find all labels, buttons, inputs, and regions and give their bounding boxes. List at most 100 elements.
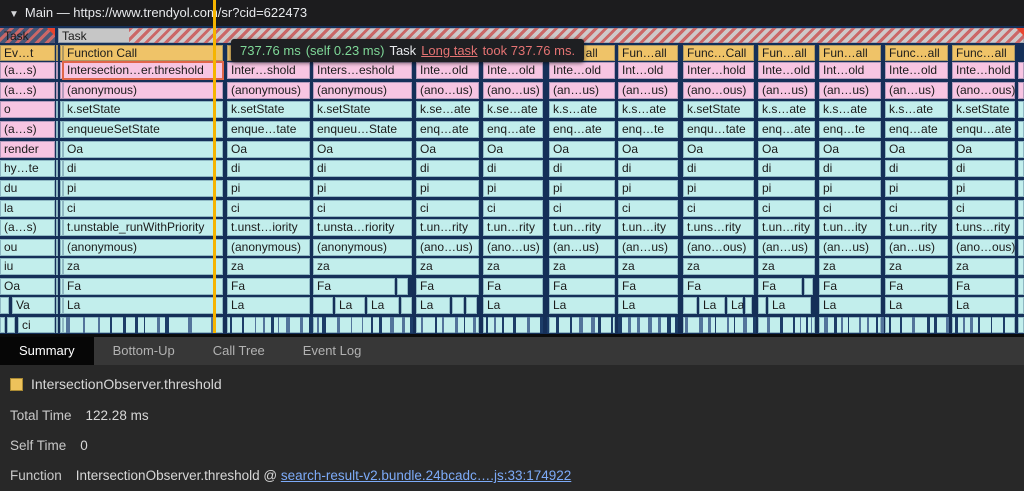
flame-bar[interactable]: La <box>819 297 881 314</box>
flame-bar-sliver[interactable] <box>56 239 58 256</box>
flame-bar[interactable]: (anonymous) <box>227 82 310 99</box>
flame-bar[interactable]: za <box>683 258 754 275</box>
flame-bar-sliver[interactable] <box>56 200 58 217</box>
flame-bar[interactable]: (anonymous) <box>313 239 412 256</box>
flame-bar[interactable]: Fa <box>758 278 802 295</box>
flame-bar[interactable]: di <box>952 160 1015 177</box>
flame-bar[interactable]: La <box>416 297 450 314</box>
flame-bar[interactable] <box>401 297 412 314</box>
flame-bar[interactable]: k.s…ate <box>758 101 815 118</box>
flame-bar-sliver[interactable] <box>56 317 58 333</box>
flame-bar[interactable]: k.s…ate <box>819 101 881 118</box>
flame-bar[interactable]: La <box>727 297 743 314</box>
flame-bar[interactable] <box>1018 219 1024 236</box>
flame-bar[interactable]: Fa <box>819 278 881 295</box>
flame-bar[interactable]: (anonymous) <box>227 239 310 256</box>
flame-bar[interactable]: (an…us) <box>758 82 815 99</box>
flame-bar[interactable]: Oa <box>952 141 1015 158</box>
flame-bar[interactable]: ci <box>313 200 412 217</box>
flame-bar[interactable]: (anonymous) <box>313 82 412 99</box>
flame-bar-left[interactable] <box>7 317 15 333</box>
flame-bar[interactable]: enq…ate <box>549 121 615 138</box>
flame-bar[interactable]: Inte…old <box>885 62 948 79</box>
flame-bar[interactable] <box>1018 200 1024 217</box>
flame-bar[interactable]: Oa <box>549 141 615 158</box>
flame-bar[interactable]: di <box>483 160 543 177</box>
flame-bar[interactable]: La <box>768 297 811 314</box>
flame-bar[interactable] <box>1018 82 1024 99</box>
flame-bar[interactable]: La <box>63 297 223 314</box>
flame-bar-left[interactable]: Ev…t <box>0 45 55 61</box>
flame-bar[interactable]: Oa <box>758 141 815 158</box>
flame-bar[interactable]: k.s…ate <box>549 101 615 118</box>
flame-bar[interactable]: pi <box>819 180 881 197</box>
flame-bar[interactable]: Intersection…er.threshold <box>63 62 223 79</box>
flame-bar[interactable]: Int…old <box>819 62 881 79</box>
flame-bar[interactable]: di <box>549 160 615 177</box>
flame-bar[interactable]: Inter…shold <box>227 62 310 79</box>
flame-bar[interactable]: di <box>227 160 310 177</box>
flame-bar[interactable]: k.se…ate <box>483 101 543 118</box>
flame-bar[interactable]: (an…us) <box>618 82 678 99</box>
flame-bar[interactable]: Oa <box>483 141 543 158</box>
flame-bar[interactable]: (an…us) <box>819 82 881 99</box>
flame-bar-sliver[interactable] <box>56 45 58 61</box>
flame-bar-left[interactable]: Oa <box>0 278 55 295</box>
flame-bar[interactable]: k.s…ate <box>618 101 678 118</box>
flame-bar[interactable] <box>758 297 766 314</box>
flame-bar[interactable]: Inter…hold <box>683 62 754 79</box>
flame-bar[interactable]: k.se…ate <box>416 101 479 118</box>
flame-bar[interactable]: Inte…old <box>483 62 543 79</box>
flame-bar[interactable] <box>952 317 1015 333</box>
flame-bar[interactable]: ci <box>819 200 881 217</box>
flame-bar[interactable] <box>416 317 479 333</box>
flame-bar[interactable]: (ano…ous) <box>952 239 1015 256</box>
flame-bar[interactable]: pi <box>483 180 543 197</box>
flame-bar-left[interactable]: hy…te <box>0 160 55 177</box>
flame-bar[interactable]: di <box>683 160 754 177</box>
flame-bar[interactable]: La <box>885 297 948 314</box>
flame-bar[interactable]: enq…ate <box>758 121 815 138</box>
flame-bar[interactable]: (anonymous) <box>63 239 223 256</box>
track-header[interactable]: ▼Main — https://www.trendyol.com/sr?cid=… <box>0 0 1024 26</box>
flame-bar[interactable]: Oa <box>416 141 479 158</box>
flame-bar[interactable]: di <box>416 160 479 177</box>
flame-bar[interactable] <box>1018 101 1024 118</box>
source-location-link[interactable]: search-result-v2.bundle.24bcadc….js:33:1… <box>281 468 571 483</box>
flame-bar[interactable]: Inte…old <box>758 62 815 79</box>
flame-bar[interactable]: k.setState <box>683 101 754 118</box>
flame-bar[interactable]: Func…all <box>952 45 1015 61</box>
flame-bar[interactable] <box>466 297 477 314</box>
flame-bar[interactable]: ci <box>885 200 948 217</box>
flame-chart[interactable]: TaskTaskEv…t(a…s)(a…s)o(a…s)renderhy…ted… <box>0 26 1024 334</box>
flame-bar-left[interactable]: render <box>0 141 55 158</box>
flame-bar[interactable]: ci <box>227 200 310 217</box>
flame-bar[interactable]: di <box>618 160 678 177</box>
flame-bar[interactable]: enqu…ate <box>952 121 1015 138</box>
flame-bar[interactable]: Oa <box>618 141 678 158</box>
tab-call-tree[interactable]: Call Tree <box>194 337 284 365</box>
flame-bar[interactable]: Oa <box>63 141 223 158</box>
flame-bar[interactable]: Oa <box>683 141 754 158</box>
flame-bar[interactable]: (an…us) <box>885 239 948 256</box>
flame-bar[interactable]: ci <box>63 200 223 217</box>
flame-bar[interactable]: enq…te <box>819 121 881 138</box>
flame-bar[interactable]: Function Call <box>63 45 223 61</box>
flame-bar[interactable]: pi <box>758 180 815 197</box>
flame-bar[interactable] <box>1018 239 1024 256</box>
flame-bar[interactable]: enq…ate <box>483 121 543 138</box>
flame-bar[interactable]: ci <box>952 200 1015 217</box>
flame-bar-sliver[interactable] <box>56 62 58 79</box>
tab-summary[interactable]: Summary <box>0 337 94 365</box>
flame-bar[interactable]: Func…Call <box>683 45 754 61</box>
flame-bar[interactable]: Oa <box>227 141 310 158</box>
flame-bar[interactable]: za <box>416 258 479 275</box>
flame-bar[interactable]: di <box>313 160 412 177</box>
flame-bar-left[interactable]: o <box>0 101 55 118</box>
flame-bar[interactable] <box>63 317 223 333</box>
flame-bar[interactable]: za <box>483 258 543 275</box>
flame-bar[interactable]: Fa <box>416 278 479 295</box>
flame-bar[interactable]: k.setState <box>227 101 310 118</box>
flame-bar[interactable]: k.setState <box>952 101 1015 118</box>
flame-bar-left[interactable]: Va <box>12 297 55 314</box>
